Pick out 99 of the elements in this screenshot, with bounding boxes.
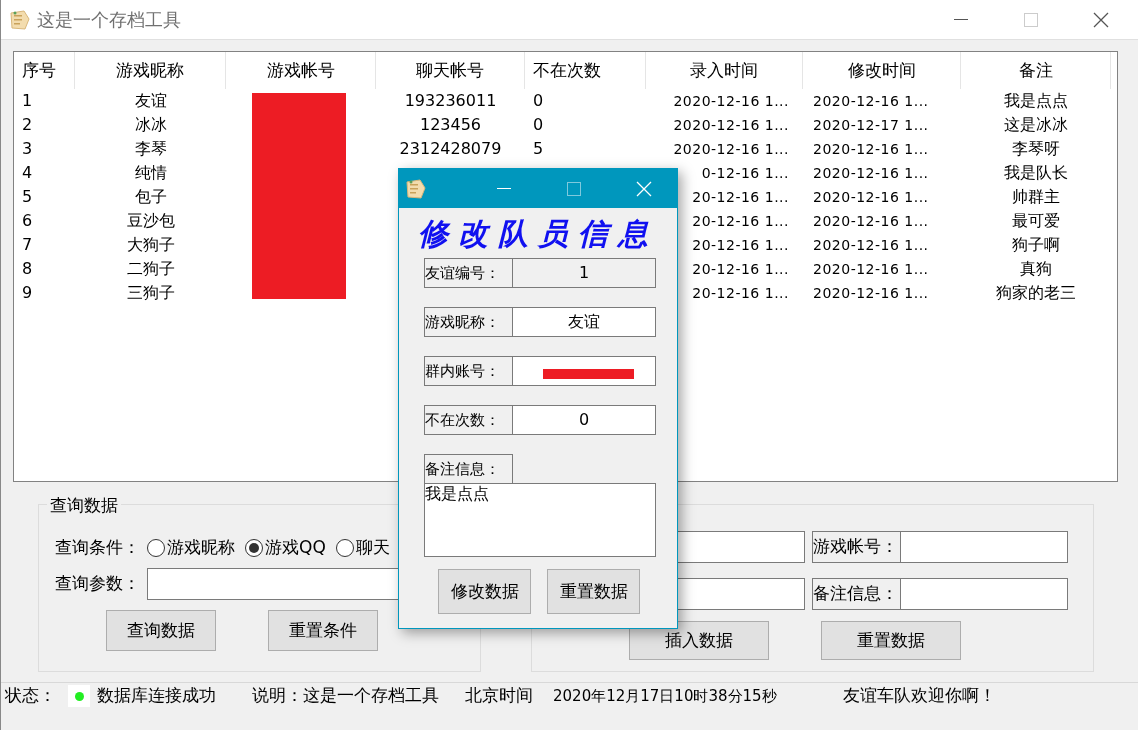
text-field[interactable]: 友谊 [513, 307, 656, 337]
field-label: 友谊编号： [424, 258, 513, 288]
table-cell: 2020-12-17 1... [813, 116, 929, 133]
table-cell: 狗子啊 [1012, 235, 1060, 254]
action-button[interactable]: 查询数据 [106, 610, 216, 651]
action-button[interactable]: 插入数据 [629, 621, 769, 660]
field-label: 不在次数： [424, 405, 513, 435]
table-cell: 2020-12-16 1... [813, 188, 929, 205]
table-cell: 2020-12-16 1... [813, 260, 929, 277]
table-cell: 5 [533, 139, 544, 158]
table-cell: 2020-12-16 1... [673, 116, 789, 133]
text-field[interactable] [513, 356, 656, 386]
table-cell: 狗家的老三 [996, 283, 1076, 302]
table-cell: 真狗 [1020, 259, 1052, 278]
table-cell: 李琴 [134, 139, 167, 158]
column-header[interactable]: 不在次数 [533, 57, 601, 84]
field-label: 群内账号： [424, 356, 513, 386]
action-button[interactable]: 重置条件 [268, 610, 378, 651]
table-cell: 2020-12-16 1... [673, 140, 789, 157]
minimize-icon [954, 18, 968, 21]
table-cell: 友谊 [134, 91, 167, 110]
table-cell: 三狗子 [126, 283, 175, 302]
table-cell: 4 [22, 163, 33, 182]
time-text: 2020年12月17日10时38分15秒 [553, 685, 777, 707]
minimize-icon [497, 187, 511, 190]
close-icon [1093, 11, 1109, 28]
table-cell: 这是冰冰 [1004, 115, 1068, 134]
table-cell: 6 [22, 211, 33, 230]
table-cell: 20-12-16 1... [692, 236, 789, 253]
dialog-heading: 修改队员信息 [418, 214, 658, 253]
action-button[interactable]: 重置数据 [821, 621, 961, 660]
table-cell: 2020-12-16 1... [813, 92, 929, 109]
table-cell: 我是队长 [1004, 163, 1068, 182]
text-field[interactable]: 0 [513, 405, 656, 435]
table-cell: 我是点点 [1004, 91, 1068, 110]
table-cell: 纯情 [134, 163, 167, 182]
status-label: 状态： [5, 684, 56, 708]
table-cell: 2020-12-16 1... [813, 140, 929, 157]
table-cell: 8 [22, 259, 33, 278]
table-cell: 193236011 [404, 91, 497, 110]
table-cell: 2312428079 [399, 139, 502, 158]
status-text: 数据库连接成功 [97, 684, 216, 708]
text-input[interactable] [677, 531, 805, 563]
radio-option[interactable]: 聊天 [335, 535, 390, 561]
table-cell: 冰冰 [134, 115, 167, 134]
table-cell: 9 [22, 283, 33, 302]
table-cell: 5 [22, 187, 33, 206]
field-label: 查询参数： [55, 571, 141, 595]
table-cell: 7 [22, 235, 33, 254]
table-cell: 3 [22, 139, 33, 158]
table-cell: 包子 [134, 187, 167, 206]
notes-textarea[interactable]: 我是点点 [424, 483, 656, 557]
maximize-icon [567, 181, 581, 196]
table-cell: 豆沙包 [126, 211, 175, 230]
field-value: 友谊 [568, 311, 600, 333]
column-header[interactable]: 备注 [1018, 57, 1053, 84]
action-button[interactable]: 重置数据 [547, 569, 640, 614]
table-cell: 0 [533, 91, 544, 110]
column-header[interactable]: 序号 [22, 57, 56, 84]
column-header[interactable]: 修改时间 [847, 57, 916, 84]
field-label: 游戏昵称： [424, 307, 513, 337]
field-label: 查询条件： [55, 536, 141, 560]
table-cell: 帅群主 [1012, 187, 1060, 206]
field-value: 0 [578, 409, 590, 431]
table-cell: 20-12-16 1... [692, 260, 789, 277]
table-cell: 20-12-16 1... [692, 284, 789, 301]
column-header[interactable]: 游戏帐号 [266, 57, 335, 84]
table-cell: 20-12-16 1... [692, 188, 789, 205]
table-cell: 最可爱 [1012, 211, 1060, 230]
column-header[interactable]: 聊天帐号 [416, 57, 484, 84]
notepad-icon [9, 8, 31, 31]
column-header[interactable]: 录入时间 [690, 57, 758, 84]
table-cell: 李琴呀 [1012, 139, 1060, 158]
table-cell: 0-12-16 1... [701, 164, 789, 181]
description-text: 说明：这是一个存档工具 [252, 684, 439, 708]
radio-option[interactable]: 游戏昵称 [147, 535, 235, 561]
table-cell: 123456 [419, 115, 482, 134]
table-cell: 2020-12-16 1... [813, 164, 929, 181]
table-cell: 2020-12-16 1... [813, 212, 929, 229]
table-cell: 大狗子 [126, 235, 175, 254]
close-icon [636, 180, 652, 197]
action-button[interactable]: 修改数据 [438, 569, 531, 614]
table-cell: 二狗子 [126, 259, 175, 278]
table-cell: 2020-12-16 1... [813, 236, 929, 253]
time-label: 北京时间 [465, 684, 533, 708]
radio-option[interactable]: 游戏QQ [245, 535, 326, 561]
table-cell: 0 [533, 115, 544, 134]
field-value: 1 [578, 262, 590, 284]
text-input[interactable] [677, 578, 805, 610]
maximize-icon [1024, 12, 1038, 27]
table-cell: 1 [22, 91, 33, 110]
table-cell: 2 [22, 115, 33, 134]
table-cell: 2020-12-16 1... [673, 92, 789, 109]
notepad-icon [405, 177, 427, 200]
table-cell: 2020-12-16 1... [813, 284, 929, 301]
table-cell: 20-12-16 1... [692, 212, 789, 229]
column-header[interactable]: 游戏昵称 [116, 57, 184, 84]
welcome-message: 友谊车队欢迎你啊！ [842, 684, 996, 708]
window-title: 这是一个存档工具 [37, 8, 181, 32]
